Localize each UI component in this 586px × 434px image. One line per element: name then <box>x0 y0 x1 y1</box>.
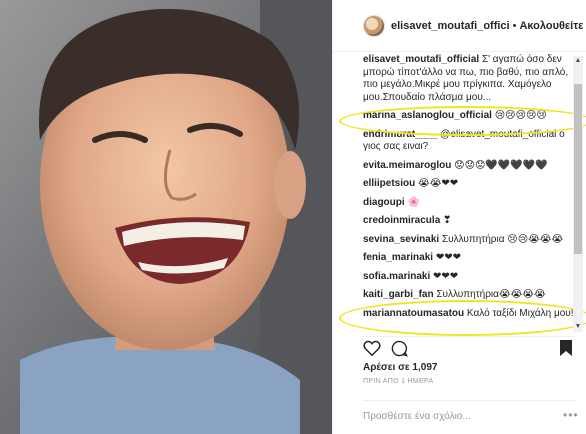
comment-username[interactable]: marina_aslanoglou_official <box>363 110 492 121</box>
avatar[interactable] <box>363 14 385 37</box>
bookmark-icon[interactable] <box>559 339 573 357</box>
header-separator: • <box>512 19 517 32</box>
scroll-up-icon[interactable]: ▲ <box>573 56 583 66</box>
comments-list: elisavet_moutafi_official Σ' αγαπώ όσο δ… <box>363 54 577 332</box>
comment-text: ❤❤❤ <box>433 270 459 282</box>
list-item: kaiti_garbi_fan Συλλυπητήρια😭😭😭😭 <box>363 289 577 302</box>
comment-username[interactable]: credoinmiracula <box>363 215 440 226</box>
comment-text: ❤❤❤ <box>435 252 461 263</box>
more-options-icon[interactable]: ••• <box>563 408 579 422</box>
list-item: elliipetsiou 😭😭❤❤ <box>363 178 577 191</box>
comment-text: 😟😟😟🖤🖤🖤🖤🖤 <box>454 159 548 171</box>
post-timestamp: ΠΡΙΝ ΑΠΟ 1 ΗΜΕΡΑ <box>363 378 434 385</box>
comment-username[interactable]: kaiti_garbi_fan <box>363 289 434 300</box>
list-item: endrimurat____ @elisavet_moutafi_officia… <box>363 129 577 154</box>
list-item: diagoupi 🌸 <box>363 197 577 210</box>
comment-username[interactable]: diagoupi <box>363 197 405 208</box>
comment-text: Συλλυπητήρια 😢😢😭😭😭 <box>441 233 564 245</box>
post-photo-image <box>0 0 332 434</box>
comment-text: 🌸 <box>407 196 420 208</box>
header-username[interactable]: elisavet_moutafi_offici <box>391 20 510 32</box>
comment-username[interactable]: sofia.marinaki <box>363 271 430 282</box>
comment-username[interactable]: fenia_marinaki <box>363 252 433 263</box>
scrollbar-thumb[interactable] <box>574 84 582 254</box>
list-item: mariannatoumasatou Καλό ταξίδι Μιχάλη μο… <box>363 308 577 321</box>
comment-text: Συλλυπητήρια😭😭😭😭 <box>436 289 546 300</box>
comments-scrollbar[interactable]: ▲ ▼ <box>573 56 583 332</box>
heart-icon[interactable] <box>363 340 381 356</box>
list-item: sofia.marinaki ❤❤❤ <box>363 271 577 284</box>
follow-button[interactable]: Ακολουθείτε <box>519 20 583 32</box>
post-caption: elisavet_moutafi_official Σ' αγαπώ όσο δ… <box>363 54 577 104</box>
comment-text: ❣ <box>443 215 452 226</box>
post-photo[interactable] <box>0 0 332 434</box>
action-bar <box>363 336 577 358</box>
comment-username[interactable]: mariannatoumasatou <box>363 308 464 319</box>
list-item: credoinmiracula ❣ <box>363 215 577 228</box>
caption-username[interactable]: elisavet_moutafi_official <box>363 54 479 65</box>
list-item: fenia_marinaki ❤❤❤ <box>363 252 577 265</box>
instagram-post-window: elisavet_moutafi_offici • Ακολουθείτε el… <box>0 0 586 434</box>
comment-username[interactable]: sevina_sevinaki <box>363 234 439 245</box>
comment-username[interactable]: elliipetsiou <box>363 178 415 189</box>
comment-text: 😭😭❤❤ <box>418 178 459 189</box>
scroll-down-icon[interactable]: ▼ <box>573 322 583 332</box>
add-comment-input[interactable]: Προσθέστε ένα σχόλιο... <box>363 400 577 434</box>
list-item: evita.meimaroglou 😟😟😟🖤🖤🖤🖤🖤 <box>363 160 577 173</box>
list-item: sevina_sevinaki Συλλυπητήρια 😢😢😭😭😭 <box>363 234 577 247</box>
comment-username[interactable]: endrimurat____ <box>363 129 437 140</box>
comment-text: 😢😢😢😢😢 <box>494 110 547 121</box>
comment-text: Καλό ταξίδι Μιχάλη μου! <box>466 307 574 319</box>
likes-count[interactable]: Αρέσει σε 1,097 <box>363 362 437 373</box>
post-side-panel: elisavet_moutafi_offici • Ακολουθείτε el… <box>332 0 586 434</box>
list-item: marina_aslanoglou_official 😢😢😢😢😢 <box>363 110 577 123</box>
comment-username[interactable]: evita.meimaroglou <box>363 160 451 171</box>
post-header: elisavet_moutafi_offici • Ακολουθείτε <box>333 0 586 52</box>
comment-icon[interactable] <box>391 340 408 357</box>
